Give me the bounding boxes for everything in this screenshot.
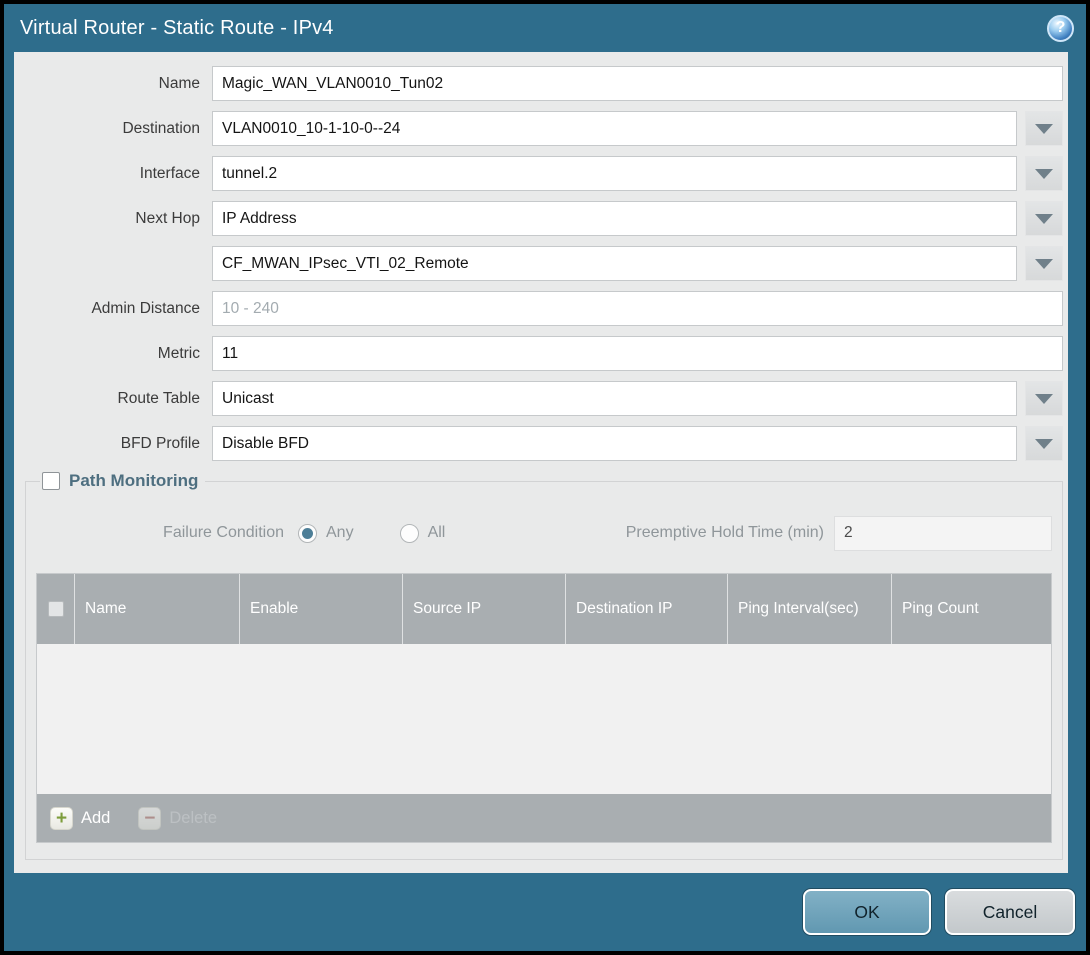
- dropdown-arrow-icon: [1035, 169, 1053, 179]
- preemptive-hold-time-input[interactable]: [834, 516, 1052, 551]
- route-table-label: Route Table: [22, 390, 212, 408]
- delete-button-label: Delete: [169, 809, 217, 828]
- name-label: Name: [22, 75, 212, 93]
- interface-dropdown-button[interactable]: [1025, 156, 1063, 191]
- ok-button[interactable]: OK: [803, 889, 931, 935]
- bfd-profile-label: BFD Profile: [22, 435, 212, 453]
- failure-condition-label: Failure Condition: [36, 524, 298, 542]
- next-hop-type-input[interactable]: [212, 201, 1017, 236]
- dropdown-arrow-icon: [1035, 124, 1053, 134]
- interface-label: Interface: [22, 165, 212, 183]
- screenshot-root: Virtual Router - Static Route - IPv4 ? N…: [0, 0, 1090, 955]
- interface-combo: [212, 156, 1063, 191]
- metric-input[interactable]: [212, 336, 1063, 371]
- column-header-ping-count: Ping Count: [892, 574, 1051, 644]
- destination-input[interactable]: [212, 111, 1017, 146]
- admin-distance-input[interactable]: [212, 291, 1063, 326]
- route-table-input[interactable]: [212, 381, 1017, 416]
- next-hop-address-input[interactable]: [212, 246, 1017, 281]
- next-hop-label: Next Hop: [22, 210, 212, 228]
- destination-label: Destination: [22, 120, 212, 138]
- path-monitoring-checkbox[interactable]: [42, 472, 60, 490]
- radio-any[interactable]: [298, 524, 317, 543]
- column-header-destination-ip: Destination IP: [566, 574, 728, 644]
- dialog-titlebar: Virtual Router - Static Route - IPv4 ?: [4, 4, 1086, 52]
- destination-combo: [212, 111, 1063, 146]
- admin-distance-row: Admin Distance: [22, 291, 1063, 326]
- radio-all[interactable]: [400, 524, 419, 543]
- route-table-row: Route Table: [22, 381, 1063, 416]
- name-input[interactable]: [212, 66, 1063, 101]
- admin-distance-label: Admin Distance: [22, 300, 212, 318]
- dialog-footer: OK Cancel: [4, 873, 1086, 951]
- add-icon: +: [50, 807, 73, 830]
- next-hop-address-row: [22, 246, 1063, 281]
- next-hop-type-combo: [212, 201, 1063, 236]
- add-button[interactable]: + Add: [50, 807, 110, 830]
- dropdown-arrow-icon: [1035, 259, 1053, 269]
- select-all-column-header: [37, 574, 75, 644]
- path-monitoring-fieldset: Path Monitoring Failure Condition Any Al…: [25, 471, 1063, 860]
- table-body-empty: [37, 644, 1051, 794]
- cancel-button[interactable]: Cancel: [945, 889, 1075, 935]
- next-hop-type-dropdown-button[interactable]: [1025, 201, 1063, 236]
- column-header-ping-interval: Ping Interval(sec): [728, 574, 892, 644]
- path-monitoring-title: Path Monitoring: [69, 471, 198, 491]
- failure-condition-row: Failure Condition Any All Preemptive Hol…: [36, 515, 1052, 551]
- table-header-row: Name Enable Source IP Destination IP Pin…: [37, 574, 1051, 644]
- table-toolbar: + Add − Delete: [37, 794, 1051, 842]
- column-header-enable: Enable: [240, 574, 403, 644]
- route-table-combo: [212, 381, 1063, 416]
- delete-icon: −: [138, 807, 161, 830]
- bfd-profile-input[interactable]: [212, 426, 1017, 461]
- select-all-checkbox[interactable]: [48, 601, 64, 617]
- path-monitoring-table: Name Enable Source IP Destination IP Pin…: [36, 573, 1052, 843]
- destination-dropdown-button[interactable]: [1025, 111, 1063, 146]
- next-hop-address-combo: [212, 246, 1063, 281]
- bfd-profile-combo: [212, 426, 1063, 461]
- preemptive-hold-time-label: Preemptive Hold Time (min): [445, 524, 834, 542]
- interface-row: Interface: [22, 156, 1063, 191]
- interface-input[interactable]: [212, 156, 1017, 191]
- dropdown-arrow-icon: [1035, 439, 1053, 449]
- route-table-dropdown-button[interactable]: [1025, 381, 1063, 416]
- delete-button[interactable]: − Delete: [138, 807, 217, 830]
- dialog-title: Virtual Router - Static Route - IPv4: [20, 17, 334, 40]
- name-row: Name: [22, 66, 1063, 101]
- path-monitoring-legend: Path Monitoring: [40, 471, 205, 491]
- radio-any-label: Any: [326, 524, 354, 542]
- destination-row: Destination: [22, 111, 1063, 146]
- static-route-dialog: Virtual Router - Static Route - IPv4 ? N…: [4, 4, 1086, 951]
- dropdown-arrow-icon: [1035, 394, 1053, 404]
- dialog-body: Name Destination Interface Next Hop: [14, 52, 1068, 873]
- metric-label: Metric: [22, 345, 212, 363]
- radio-all-label: All: [428, 524, 446, 542]
- next-hop-row: Next Hop: [22, 201, 1063, 236]
- bfd-profile-row: BFD Profile: [22, 426, 1063, 461]
- next-hop-address-dropdown-button[interactable]: [1025, 246, 1063, 281]
- add-button-label: Add: [81, 809, 110, 828]
- help-icon[interactable]: ?: [1047, 15, 1074, 42]
- bfd-profile-dropdown-button[interactable]: [1025, 426, 1063, 461]
- dropdown-arrow-icon: [1035, 214, 1053, 224]
- column-header-name: Name: [75, 574, 240, 644]
- metric-row: Metric: [22, 336, 1063, 371]
- column-header-source-ip: Source IP: [403, 574, 566, 644]
